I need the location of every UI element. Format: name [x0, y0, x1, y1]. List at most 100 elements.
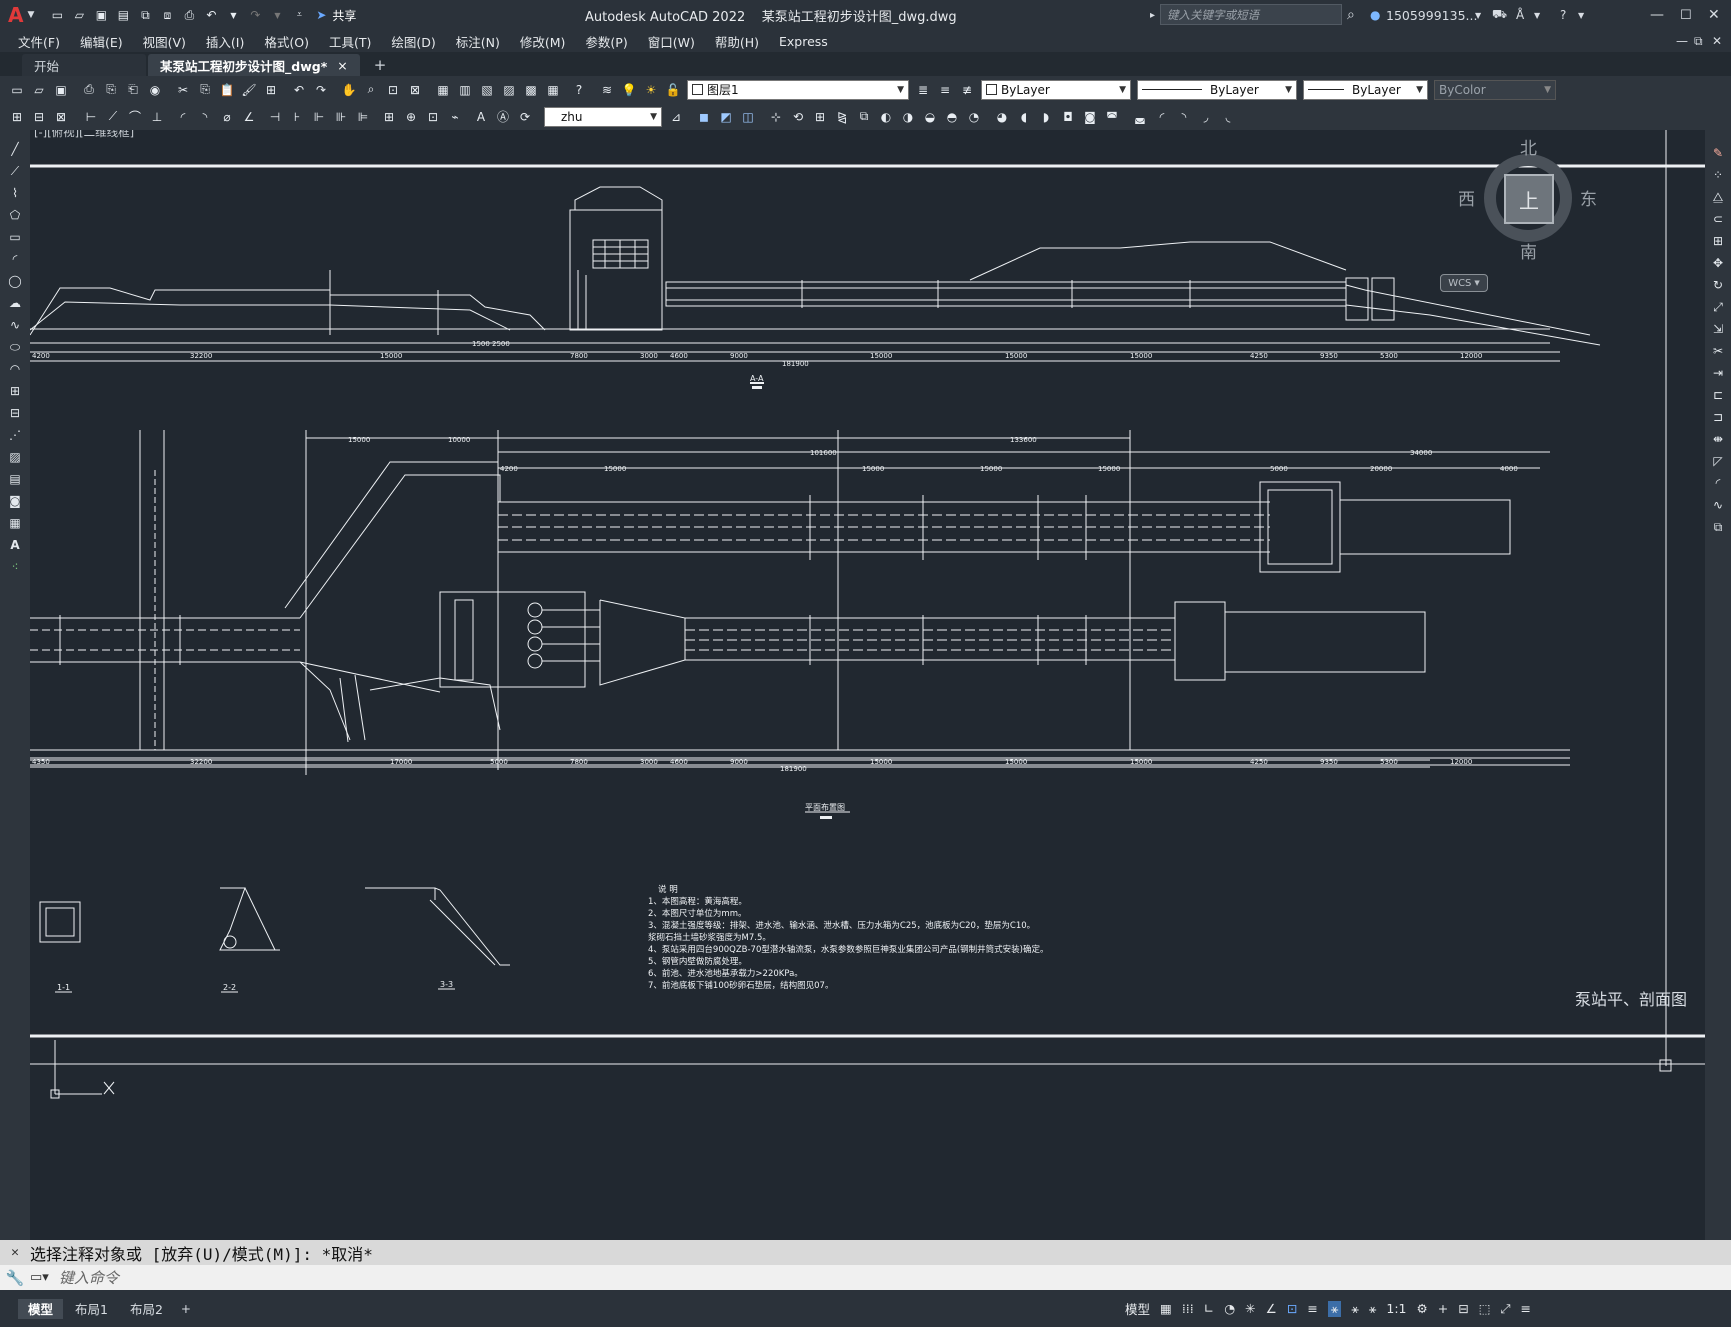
save-toolbar-icon[interactable]: ▣ — [52, 81, 70, 99]
spline-icon[interactable]: ∿ — [6, 316, 24, 334]
color-dropdown[interactable]: ByLayer ▼ — [981, 79, 1131, 100]
extrude-icon[interactable]: ◒ — [921, 108, 939, 126]
add-layout-icon[interactable]: + — [181, 1302, 191, 1316]
polygon-icon[interactable]: ⬠ — [6, 206, 24, 224]
circle-icon[interactable]: ◯ — [6, 272, 24, 290]
polar-icon[interactable]: ◔ — [1224, 1301, 1235, 1316]
minimize-icon[interactable]: — — [1650, 7, 1664, 23]
undo-toolbar-icon[interactable]: ↶ — [290, 81, 308, 99]
scale-icon[interactable]: ⤢ — [1709, 298, 1727, 316]
redo-toolbar-icon[interactable]: ↷ — [312, 81, 330, 99]
lineweight-icon[interactable]: ≡ — [1307, 1301, 1317, 1316]
copy-icon[interactable]: ⎘ — [196, 81, 214, 99]
compass-west[interactable]: 西 — [1458, 185, 1475, 210]
flatshot-icon[interactable]: ◕ — [993, 108, 1011, 126]
zoom-realtime-icon[interactable]: ⌕ — [362, 81, 380, 99]
add-selected-icon[interactable]: ⁖ — [6, 558, 24, 576]
dimstyle-icon[interactable]: ⊿ — [667, 108, 685, 126]
pan-icon[interactable]: ✋ — [340, 81, 358, 99]
explode-icon[interactable]: ⧉ — [1709, 518, 1727, 536]
3d-print-icon[interactable]: ◉ — [146, 81, 164, 99]
block-editor-icon[interactable]: ⊞ — [262, 81, 280, 99]
menu-dimension[interactable]: 标注(N) — [452, 32, 504, 51]
mirror-3d-icon[interactable]: ⧎ — [833, 108, 851, 126]
open-icon[interactable]: ▱ — [30, 81, 48, 99]
new-file-icon[interactable]: ▭ — [48, 6, 66, 24]
ordinate-dimension-icon[interactable]: ⊥ — [148, 108, 166, 126]
jogged-linear-icon[interactable]: ⌁ — [446, 108, 464, 126]
join-icon[interactable]: ⇼ — [1709, 430, 1727, 448]
user-account[interactable]: 1505999135... — [1386, 8, 1477, 23]
plot-icon[interactable]: ⎙ — [80, 81, 98, 99]
layer-match-icon[interactable]: ⊞ — [8, 108, 26, 126]
new-tab-button[interactable]: + — [362, 54, 399, 76]
break-at-point-icon[interactable]: ⊏ — [1709, 386, 1727, 404]
plot-preview-icon[interactable]: ⎘ — [102, 81, 120, 99]
layer-previous-icon[interactable]: ≡ — [936, 81, 954, 99]
array-3d-icon[interactable]: ⧉ — [855, 108, 873, 126]
section-plane-icon[interactable]: ◔ — [965, 108, 983, 126]
osnap-tracking-icon[interactable]: ∠ — [1266, 1301, 1277, 1316]
app-dropdown-icon[interactable]: ▼ — [1534, 11, 1540, 20]
mirror-icon[interactable]: ⧋ — [1709, 188, 1727, 206]
lineweight-dropdown[interactable]: ByLayer ▼ — [1303, 79, 1428, 100]
menu-parameter[interactable]: 参数(P) — [581, 32, 631, 51]
layer-state-icon[interactable]: ≢ — [958, 81, 976, 99]
blend-curves-icon[interactable]: ∿ — [1709, 496, 1727, 514]
center-mark-icon[interactable]: ⊕ — [402, 108, 420, 126]
compass-east[interactable]: 东 — [1580, 185, 1597, 210]
anim-icon[interactable]: ◞ — [1197, 108, 1215, 126]
baseline-dimension-icon[interactable]: ⊦ — [288, 108, 306, 126]
publish-icon[interactable]: ⎗ — [124, 81, 142, 99]
annotation-autoscale-icon[interactable]: ⚹ — [1351, 1301, 1359, 1317]
redo-dropdown-icon[interactable]: ▼ — [268, 6, 286, 24]
qnew-icon[interactable]: ▭ — [8, 81, 26, 99]
multiline-text-icon[interactable]: A — [6, 536, 24, 554]
solid-wedge-icon[interactable]: ◩ — [717, 108, 735, 126]
cut-icon[interactable]: ✂ — [174, 81, 192, 99]
quick-dimension-icon[interactable]: ⊣ — [266, 108, 284, 126]
isolate-objects-icon[interactable]: ⬚ — [1479, 1301, 1491, 1316]
camera-icon[interactable]: ◚ — [1103, 108, 1121, 126]
drawing-canvas[interactable]: [-][俯视][二维线框] 4200 32200 15000 1500 2500… — [30, 130, 1705, 1240]
interfere-icon[interactable]: ◑ — [899, 108, 917, 126]
help-toolbar-icon[interactable]: ? — [570, 81, 588, 99]
annotation-monitor-icon[interactable]: + — [1438, 1301, 1448, 1316]
jogged-dimension-icon[interactable]: ◝ — [196, 108, 214, 126]
rotate-icon[interactable]: ↻ — [1709, 276, 1727, 294]
doc-minimize-icon[interactable]: — — [1676, 34, 1688, 48]
ellipse-arc-icon[interactable]: ◠ — [6, 360, 24, 378]
radius-dimension-icon[interactable]: ◜ — [174, 108, 192, 126]
rectangle-icon[interactable]: ▭ — [6, 228, 24, 246]
copy-object-icon[interactable]: ⁘ — [1709, 166, 1727, 184]
layer-freeze-icon[interactable]: ☀ — [642, 81, 660, 99]
menu-insert[interactable]: 插入(I) — [202, 32, 248, 51]
polyline-icon[interactable]: ⌇ — [6, 184, 24, 202]
layout-tab-1[interactable]: 布局1 — [65, 1299, 118, 1319]
model-space-button[interactable]: 模型 — [1125, 1299, 1150, 1318]
menu-express[interactable]: Express — [775, 34, 832, 49]
layer-on-icon[interactable]: 💡 — [620, 81, 638, 99]
rotate-3d-icon[interactable]: ⟲ — [789, 108, 807, 126]
doc-close-icon[interactable]: ✕ — [1712, 34, 1722, 48]
ellipse-icon[interactable]: ⬭ — [6, 338, 24, 356]
layout-tab-model[interactable]: 模型 — [18, 1298, 64, 1319]
aligned-dimension-icon[interactable]: ⟋ — [104, 108, 122, 126]
snap-icon[interactable]: ⁞⁞⁞ — [1182, 1301, 1194, 1316]
view-manager-icon[interactable]: ◟ — [1219, 108, 1237, 126]
search-icon[interactable]: ⌕ — [1347, 7, 1355, 23]
save-as-icon[interactable]: ▤ — [114, 6, 132, 24]
zoom-window-icon[interactable]: ⊡ — [384, 81, 402, 99]
units-icon[interactable]: ⊟ — [1458, 1301, 1468, 1316]
print-icon[interactable]: ⎙ — [180, 6, 198, 24]
menu-view[interactable]: 视图(V) — [139, 32, 190, 51]
share-icon[interactable]: ➤ — [312, 6, 330, 24]
match-properties-icon[interactable]: 🖌 — [240, 81, 258, 99]
render-icon[interactable]: ◘ — [1059, 108, 1077, 126]
menu-window[interactable]: 窗口(W) — [644, 32, 699, 51]
help-dropdown-icon[interactable]: ▼ — [1578, 11, 1584, 20]
make-current-layer-icon[interactable]: ≣ — [914, 81, 932, 99]
diameter-dimension-icon[interactable]: ⌀ — [218, 108, 236, 126]
align-3d-icon[interactable]: ⊞ — [811, 108, 829, 126]
menu-format[interactable]: 格式(O) — [260, 32, 313, 51]
